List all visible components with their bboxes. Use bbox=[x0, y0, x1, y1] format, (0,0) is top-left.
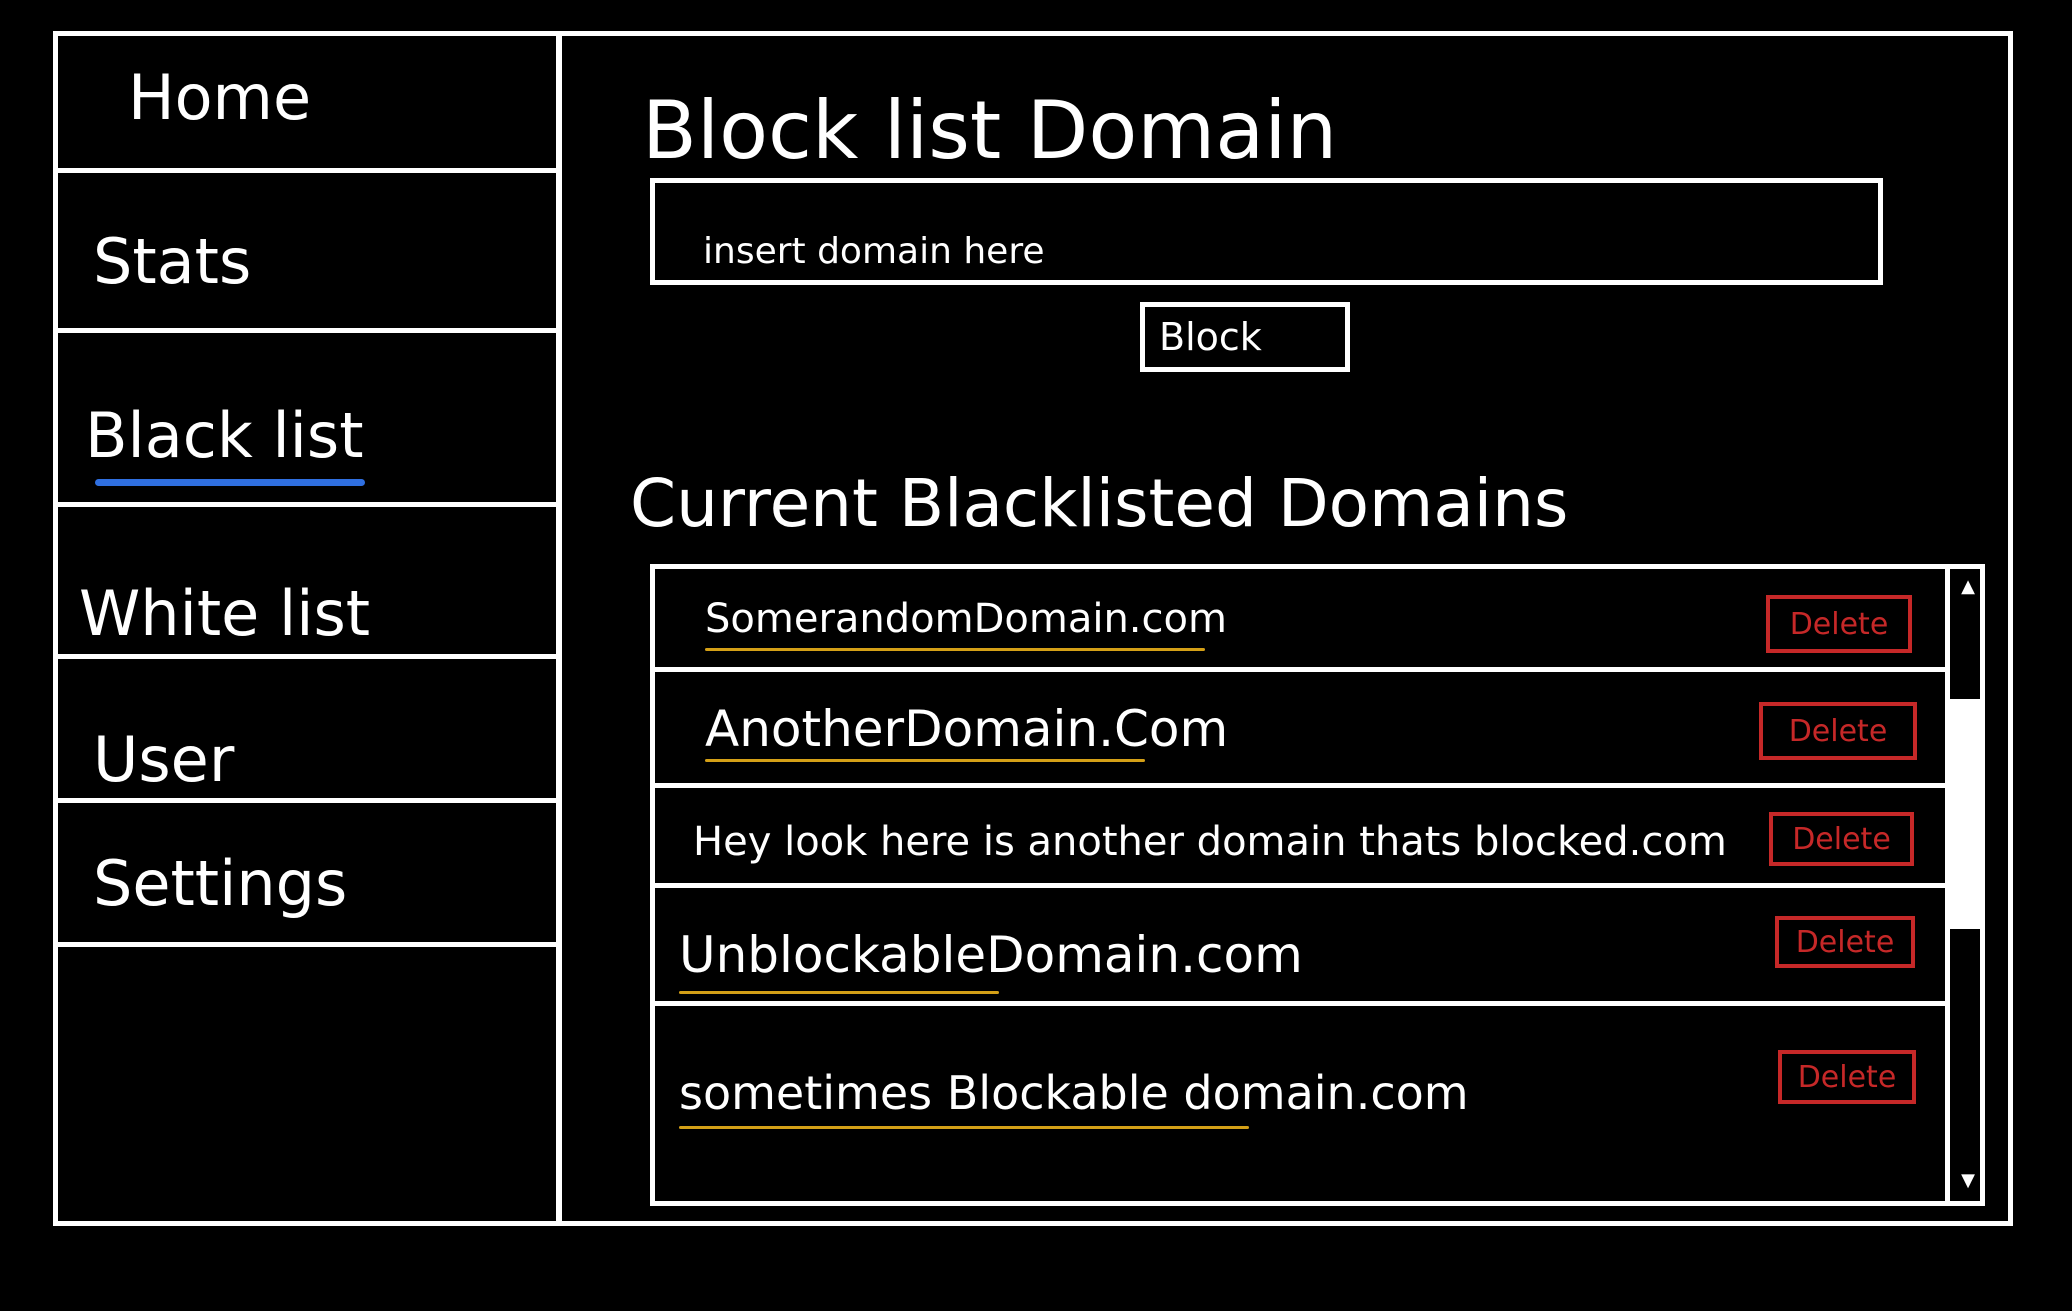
domain-name: UnblockableDomain.com bbox=[679, 926, 1303, 984]
sidebar-item-label: Home bbox=[128, 61, 312, 134]
delete-button[interactable]: Delete bbox=[1766, 595, 1912, 653]
sidebar: Home Stats Black list White list User Se… bbox=[53, 31, 562, 1226]
scroll-thumb[interactable] bbox=[1950, 699, 1980, 929]
domain-name: AnotherDomain.Com bbox=[705, 700, 1229, 758]
chevron-down-icon[interactable]: ▼ bbox=[1954, 1167, 1980, 1195]
domain-name: sometimes Blockable domain.com bbox=[679, 1066, 1469, 1120]
delete-button[interactable]: Delete bbox=[1778, 1050, 1916, 1104]
sidebar-item-blacklist[interactable]: Black list bbox=[53, 333, 556, 507]
list-item: Hey look here is another domain thats bl… bbox=[655, 788, 1945, 888]
domain-name: SomerandomDomain.com bbox=[705, 596, 1227, 642]
sidebar-item-stats[interactable]: Stats bbox=[53, 173, 556, 333]
active-indicator bbox=[95, 479, 365, 486]
domain-name: Hey look here is another domain thats bl… bbox=[693, 819, 1727, 865]
sidebar-item-label: Stats bbox=[93, 225, 252, 298]
sidebar-item-label: Settings bbox=[93, 847, 348, 920]
delete-button[interactable]: Delete bbox=[1769, 812, 1914, 866]
list-item: sometimes Blockable domain.com Delete bbox=[655, 1006, 1945, 1201]
sidebar-item-whitelist[interactable]: White list bbox=[53, 507, 556, 659]
scrollbar[interactable]: ▲ ▼ bbox=[1945, 569, 1980, 1201]
domain-underline bbox=[679, 991, 999, 994]
list-title: Current Blacklisted Domains bbox=[630, 465, 1569, 542]
delete-button[interactable]: Delete bbox=[1775, 916, 1915, 968]
blacklisted-domain-list: SomerandomDomain.com Delete AnotherDomai… bbox=[650, 564, 1985, 1206]
sidebar-item-label: Black list bbox=[85, 399, 364, 472]
page-title: Block list Domain bbox=[642, 84, 1338, 177]
sidebar-item-home[interactable]: Home bbox=[53, 31, 556, 173]
sidebar-item-settings[interactable]: Settings bbox=[53, 803, 556, 947]
sidebar-item-label: White list bbox=[79, 577, 371, 650]
list-item: SomerandomDomain.com Delete bbox=[655, 569, 1945, 672]
domain-underline bbox=[679, 1126, 1249, 1129]
domain-input[interactable] bbox=[650, 178, 1883, 285]
sidebar-item-label: User bbox=[93, 723, 235, 796]
main-content: Block list Domain Block Current Blacklis… bbox=[562, 31, 2013, 1226]
delete-button[interactable]: Delete bbox=[1759, 702, 1917, 760]
chevron-up-icon[interactable]: ▲ bbox=[1954, 573, 1980, 601]
domain-underline bbox=[705, 648, 1205, 651]
list-item: AnotherDomain.Com Delete bbox=[655, 672, 1945, 788]
domain-underline bbox=[705, 759, 1145, 762]
list-item: UnblockableDomain.com Delete bbox=[655, 888, 1945, 1006]
block-button[interactable]: Block bbox=[1140, 302, 1350, 372]
sidebar-item-user[interactable]: User bbox=[53, 659, 556, 803]
